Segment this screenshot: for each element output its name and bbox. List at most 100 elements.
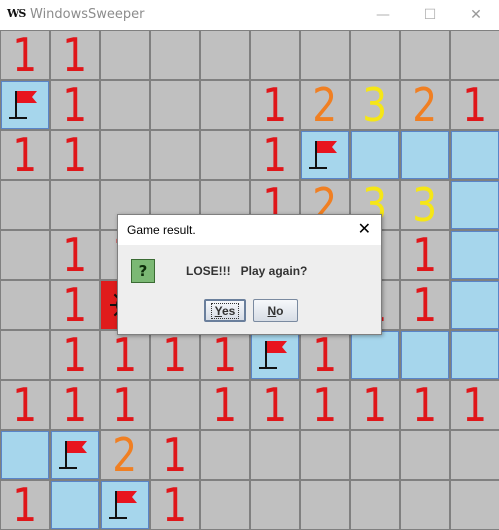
unopened-cell[interactable] — [451, 431, 499, 479]
number-cell[interactable]: 1 — [301, 381, 349, 429]
number-cell[interactable]: 1 — [451, 381, 499, 429]
unopened-cell[interactable] — [351, 431, 399, 479]
flagged-cell[interactable] — [1, 81, 49, 129]
number-cell[interactable]: 2 — [101, 431, 149, 479]
opened-cell[interactable] — [1, 431, 49, 479]
opened-cell[interactable] — [401, 131, 449, 179]
number-cell[interactable]: 1 — [101, 381, 149, 429]
opened-cell[interactable] — [451, 131, 499, 179]
no-button[interactable]: No — [253, 299, 298, 322]
opened-cell[interactable] — [451, 331, 499, 379]
unopened-cell[interactable] — [151, 31, 199, 79]
number-cell[interactable]: 1 — [151, 431, 199, 479]
unopened-cell[interactable] — [301, 481, 349, 529]
opened-cell[interactable] — [51, 481, 99, 529]
unopened-cell[interactable] — [1, 181, 49, 229]
yes-button-label: Yes — [210, 302, 240, 319]
number-cell[interactable]: 1 — [1, 31, 49, 79]
number-cell[interactable]: 1 — [151, 481, 199, 529]
unopened-cell[interactable] — [1, 281, 49, 329]
cell-number: 1 — [462, 81, 488, 129]
unopened-cell[interactable] — [301, 31, 349, 79]
unopened-cell[interactable] — [201, 31, 249, 79]
flagged-cell[interactable] — [51, 431, 99, 479]
number-cell[interactable]: 1 — [51, 381, 99, 429]
opened-cell[interactable] — [451, 181, 499, 229]
cell-number: 1 — [312, 381, 338, 429]
number-cell[interactable]: 1 — [101, 331, 149, 379]
number-cell[interactable]: 3 — [401, 181, 449, 229]
number-cell[interactable]: 1 — [401, 231, 449, 279]
unopened-cell[interactable] — [401, 31, 449, 79]
dialog-close-icon[interactable]: ✕ — [358, 220, 371, 238]
number-cell[interactable]: 1 — [251, 131, 299, 179]
cell-number: 1 — [62, 281, 88, 329]
number-cell[interactable]: 1 — [201, 331, 249, 379]
unopened-cell[interactable] — [251, 481, 299, 529]
unopened-cell[interactable] — [1, 331, 49, 379]
number-cell[interactable]: 1 — [1, 131, 49, 179]
number-cell[interactable]: 1 — [201, 381, 249, 429]
close-button[interactable]: ✕ — [453, 0, 499, 30]
number-cell[interactable]: 2 — [401, 81, 449, 129]
unopened-cell[interactable] — [201, 431, 249, 479]
unopened-cell[interactable] — [151, 381, 199, 429]
yes-button[interactable]: Yes — [204, 299, 246, 322]
number-cell[interactable]: 1 — [251, 81, 299, 129]
question-icon: ? — [131, 259, 155, 283]
cell-number: 3 — [362, 81, 388, 129]
opened-cell[interactable] — [351, 331, 399, 379]
cell-number: 2 — [112, 431, 138, 479]
unopened-cell[interactable] — [351, 31, 399, 79]
unopened-cell[interactable] — [51, 181, 99, 229]
number-cell[interactable]: 1 — [51, 81, 99, 129]
unopened-cell[interactable] — [101, 131, 149, 179]
number-cell[interactable]: 1 — [401, 281, 449, 329]
flagged-cell[interactable] — [101, 481, 149, 529]
number-cell[interactable]: 1 — [251, 381, 299, 429]
unopened-cell[interactable] — [451, 481, 499, 529]
opened-cell[interactable] — [351, 131, 399, 179]
opened-cell[interactable] — [451, 231, 499, 279]
cell-number: 1 — [12, 381, 38, 429]
unopened-cell[interactable] — [101, 81, 149, 129]
unopened-cell[interactable] — [151, 81, 199, 129]
number-cell[interactable]: 1 — [301, 331, 349, 379]
unopened-cell[interactable] — [351, 481, 399, 529]
number-cell[interactable]: 1 — [451, 81, 499, 129]
unopened-cell[interactable] — [251, 31, 299, 79]
minimize-button[interactable]: — — [360, 0, 406, 30]
unopened-cell[interactable] — [201, 481, 249, 529]
number-cell[interactable]: 1 — [51, 131, 99, 179]
unopened-cell[interactable] — [401, 431, 449, 479]
cell-number: 1 — [12, 481, 38, 529]
number-cell[interactable]: 1 — [351, 381, 399, 429]
dialog-title: Game result. — [127, 223, 196, 237]
unopened-cell[interactable] — [1, 231, 49, 279]
opened-cell[interactable] — [451, 281, 499, 329]
maximize-button[interactable]: ☐ — [407, 0, 453, 30]
unopened-cell[interactable] — [301, 431, 349, 479]
flagged-cell[interactable] — [301, 131, 349, 179]
number-cell[interactable]: 1 — [401, 381, 449, 429]
unopened-cell[interactable] — [251, 431, 299, 479]
unopened-cell[interactable] — [151, 131, 199, 179]
number-cell[interactable]: 1 — [1, 481, 49, 529]
cell-number: 1 — [112, 381, 138, 429]
opened-cell[interactable] — [401, 331, 449, 379]
unopened-cell[interactable] — [201, 81, 249, 129]
cell-number: 1 — [62, 331, 88, 379]
number-cell[interactable]: 1 — [151, 331, 199, 379]
number-cell[interactable]: 1 — [51, 31, 99, 79]
unopened-cell[interactable] — [401, 481, 449, 529]
number-cell[interactable]: 3 — [351, 81, 399, 129]
unopened-cell[interactable] — [451, 31, 499, 79]
number-cell[interactable]: 1 — [1, 381, 49, 429]
number-cell[interactable]: 1 — [51, 281, 99, 329]
number-cell[interactable]: 2 — [301, 81, 349, 129]
unopened-cell[interactable] — [101, 31, 149, 79]
number-cell[interactable]: 1 — [51, 231, 99, 279]
unopened-cell[interactable] — [201, 131, 249, 179]
flagged-cell[interactable] — [251, 331, 299, 379]
number-cell[interactable]: 1 — [51, 331, 99, 379]
